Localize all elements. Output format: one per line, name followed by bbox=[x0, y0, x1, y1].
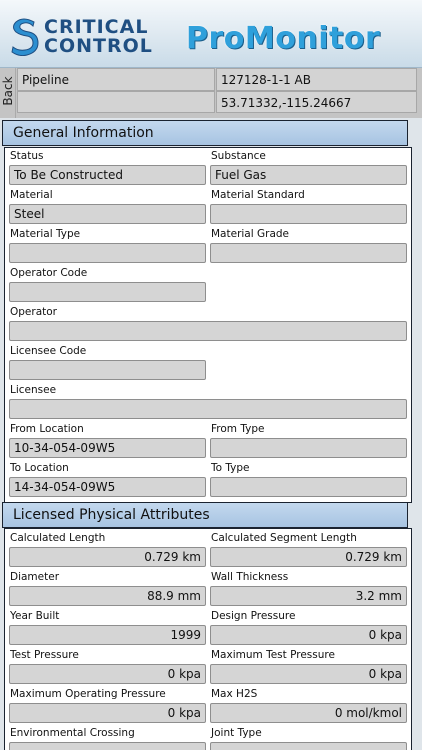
material-label: Material bbox=[10, 189, 53, 201]
operator-field bbox=[9, 321, 407, 341]
material-standard-field bbox=[210, 204, 407, 224]
environmental-crossing-field bbox=[9, 742, 206, 750]
operator-code-label: Operator Code bbox=[10, 267, 88, 279]
wall-thickness-field: 3.2 mm bbox=[210, 586, 407, 606]
status-label: Status bbox=[10, 150, 44, 162]
brand-line-2: CONTROL bbox=[44, 35, 153, 57]
brand-wordmark: CRITICAL CONTROL bbox=[44, 18, 153, 56]
back-label: Back bbox=[1, 76, 15, 106]
record-info-bar: Back Pipeline 127128-1-1 AB 53.71332,-11… bbox=[0, 68, 422, 118]
diameter-label: Diameter bbox=[10, 571, 60, 583]
test-pressure-label: Test Pressure bbox=[10, 649, 79, 661]
test-pressure-field: 0 kpa bbox=[9, 664, 206, 684]
material-grade-field bbox=[210, 243, 407, 263]
record-id: 127128-1-1 AB bbox=[216, 68, 417, 91]
from-type-label: From Type bbox=[211, 423, 265, 435]
maximum-test-pressure-field: 0 kpa bbox=[210, 664, 407, 684]
maximum-test-pressure-label: Maximum Test Pressure bbox=[211, 649, 335, 661]
environmental-crossing-label: Environmental Crossing bbox=[10, 727, 135, 739]
substance-label: Substance bbox=[211, 150, 266, 162]
licensee-label: Licensee bbox=[10, 384, 57, 396]
material-standard-label: Material Standard bbox=[211, 189, 305, 201]
joint-type-field bbox=[210, 742, 407, 750]
general-information-header: General Information bbox=[2, 120, 408, 146]
detail-content[interactable]: General Information Status To Be Constru… bbox=[0, 118, 422, 750]
year-built-field: 1999 bbox=[9, 625, 206, 645]
to-location-label: To Location bbox=[10, 462, 69, 474]
record-coordinates: 53.71332,-115.24667 bbox=[216, 91, 417, 113]
licensee-code-field bbox=[9, 360, 206, 380]
design-pressure-field: 0 kpa bbox=[210, 625, 407, 645]
max-h2s-label: Max H2S bbox=[211, 688, 258, 700]
from-location-label: From Location bbox=[10, 423, 84, 435]
app-header: CRITICAL CONTROL ProMonitor bbox=[0, 0, 422, 68]
licensee-code-label: Licensee Code bbox=[10, 345, 87, 357]
diameter-field: 88.9 mm bbox=[9, 586, 206, 606]
critical-control-logo-icon bbox=[11, 18, 39, 56]
substance-field: Fuel Gas bbox=[210, 165, 407, 185]
year-built-label: Year Built bbox=[10, 610, 60, 622]
calculated-length-field: 0.729 km bbox=[9, 547, 206, 567]
material-type-label: Material Type bbox=[10, 228, 81, 240]
back-button[interactable]: Back bbox=[0, 68, 16, 118]
calculated-segment-length-label: Calculated Segment Length bbox=[211, 532, 357, 544]
material-field: Steel bbox=[9, 204, 206, 224]
to-location-field: 14-34-054-09W5 bbox=[9, 477, 206, 497]
to-type-label: To Type bbox=[211, 462, 250, 474]
calculated-segment-length-field: 0.729 km bbox=[210, 547, 407, 567]
operator-label: Operator bbox=[10, 306, 57, 318]
operator-code-field bbox=[9, 282, 206, 302]
record-blank bbox=[17, 91, 215, 113]
to-type-field bbox=[210, 477, 407, 497]
status-field: To Be Constructed bbox=[9, 165, 206, 185]
max-h2s-field: 0 mol/kmol bbox=[210, 703, 407, 723]
maximum-operating-pressure-label: Maximum Operating Pressure bbox=[10, 688, 166, 700]
joint-type-label: Joint Type bbox=[211, 727, 262, 739]
material-grade-label: Material Grade bbox=[211, 228, 290, 240]
wall-thickness-label: Wall Thickness bbox=[211, 571, 289, 583]
app-title: ProMonitor bbox=[186, 21, 381, 56]
licensee-field bbox=[9, 399, 407, 419]
physical-attributes-header: Licensed Physical Attributes bbox=[2, 502, 408, 528]
design-pressure-label: Design Pressure bbox=[211, 610, 296, 622]
from-location-field: 10-34-054-09W5 bbox=[9, 438, 206, 458]
record-type: Pipeline bbox=[17, 68, 215, 91]
material-type-field bbox=[9, 243, 206, 263]
calculated-length-label: Calculated Length bbox=[10, 532, 106, 544]
maximum-operating-pressure-field: 0 kpa bbox=[9, 703, 206, 723]
from-type-field bbox=[210, 438, 407, 458]
